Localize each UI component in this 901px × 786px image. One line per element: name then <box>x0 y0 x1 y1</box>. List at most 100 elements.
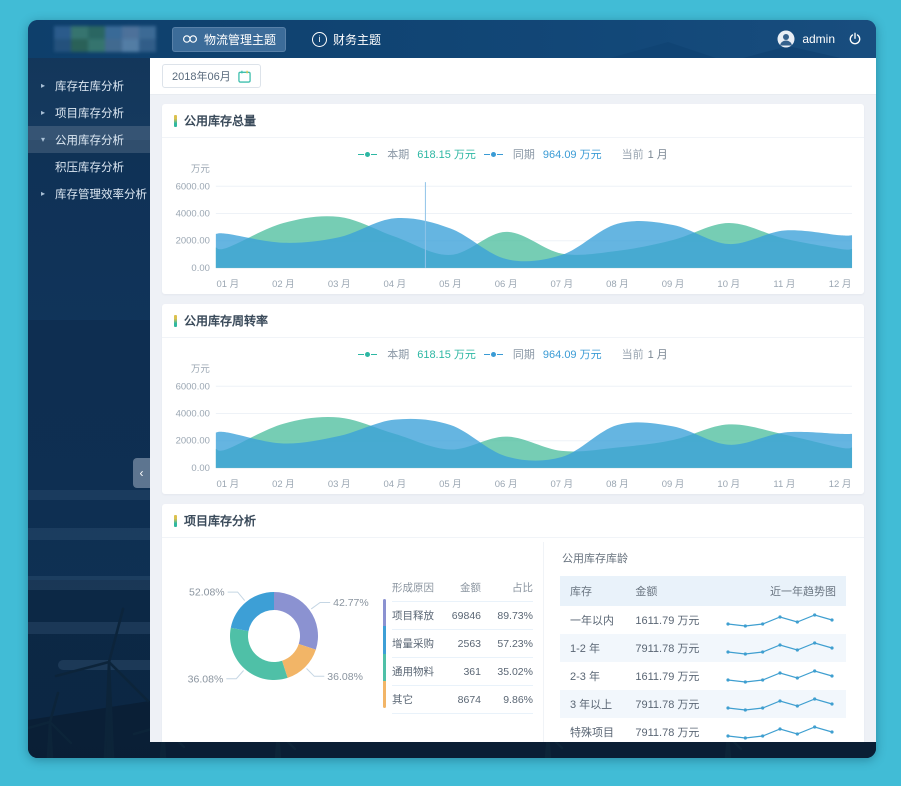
card-project-analysis: 项目库存分析 42.77%36.08%36.08%52.08% 形成原因金额占比… <box>162 504 864 742</box>
section-title: 公用库存总量 <box>184 112 256 129</box>
legend-prev-label: 同期 <box>513 346 535 362</box>
legend-current-label: 本期 <box>387 346 409 362</box>
reason-table-row: 其它86749.86% <box>392 686 533 714</box>
age-table: 库存金额近一年趋势图一年以内1611.79 万元1-2 年7911.78 万元2… <box>560 576 846 742</box>
project-analysis-body: 42.77%36.08%36.08%52.08% 形成原因金额占比项目释放698… <box>162 538 864 742</box>
legend-prev-value: 964.09 万元 <box>543 346 602 362</box>
date-value: 2018年06月 <box>172 68 231 84</box>
section-title: 公用库存周转率 <box>184 312 268 329</box>
sidebar-item-label: 公用库存分析 <box>55 132 124 148</box>
age-table-row: 2-3 年1611.79 万元 <box>560 662 846 690</box>
title-accent-bar <box>174 515 177 527</box>
svg-text:06 月: 06 月 <box>495 279 518 290</box>
sidebar-item-stock-in-stock[interactable]: ▸ 库存在库分析 <box>28 72 150 99</box>
svg-text:08 月: 08 月 <box>606 479 629 490</box>
card-stock-total: 公用库存总量 本期 618.15 万元 同期 964.09 万元 当前1 月 0… <box>162 104 864 294</box>
reason-table-row: 增量采购256357.23% <box>392 630 533 658</box>
svg-text:03 月: 03 月 <box>328 279 351 290</box>
svg-text:6000.00: 6000.00 <box>176 381 210 392</box>
reason-table-row: 通用物料36135.02% <box>392 658 533 686</box>
trend-sparkline <box>724 666 836 686</box>
trend-sparkline <box>724 722 836 742</box>
sidebar-item-public-stock[interactable]: ▾ 公用库存分析 <box>28 126 150 153</box>
svg-text:05 月: 05 月 <box>439 279 462 290</box>
svg-text:04 月: 04 月 <box>383 279 406 290</box>
reason-table-header: 形成原因金额占比 <box>392 574 533 602</box>
legend-now: 当前1 月 <box>622 146 668 162</box>
user-avatar-icon[interactable] <box>777 30 795 48</box>
chevron-right-icon: ▸ <box>41 81 49 90</box>
trend-sparkline <box>724 694 836 714</box>
svg-text:11 月: 11 月 <box>773 479 795 490</box>
chevron-left-icon: ‹ <box>140 466 144 480</box>
legend-current-value: 618.15 万元 <box>417 346 476 362</box>
date-picker[interactable]: 2018年06月 <box>162 64 261 88</box>
reason-table: 形成原因金额占比项目释放6984689.73%增量采购256357.23%通用物… <box>392 574 533 714</box>
svg-text:01 月: 01 月 <box>216 479 239 490</box>
sidebar-item-project-stock[interactable]: ▸项目库存分析 <box>28 99 150 126</box>
section-title: 项目库存分析 <box>184 512 256 529</box>
svg-text:04 月: 04 月 <box>383 479 406 490</box>
card-turnover: 公用库存周转率 本期 618.15 万元 同期 964.09 万元 当前1 月 … <box>162 304 864 494</box>
sidebar-item-label: 积压库存分析 <box>55 159 124 175</box>
svg-text:12 月: 12 月 <box>829 479 852 490</box>
svg-text:0.00: 0.00 <box>191 263 209 274</box>
svg-text:02 月: 02 月 <box>272 479 295 490</box>
svg-text:09 月: 09 月 <box>662 279 685 290</box>
cards-area: 公用库存总量 本期 618.15 万元 同期 964.09 万元 当前1 月 0… <box>150 95 876 742</box>
toolbar: 2018年06月 <box>150 58 876 95</box>
svg-text:07 月: 07 月 <box>550 479 573 490</box>
legend-now: 当前1 月 <box>622 346 668 362</box>
age-table-row: 一年以内1611.79 万元 <box>560 606 846 634</box>
info-circle-icon: i <box>312 32 327 47</box>
svg-text:4000.00: 4000.00 <box>176 208 210 219</box>
sidebar-collapse-handle[interactable]: ‹ <box>133 458 150 488</box>
age-table-row: 3 年以上7911.78 万元 <box>560 690 846 718</box>
svg-text:万元: 万元 <box>191 164 210 175</box>
svg-text:42.77%: 42.77% <box>333 597 369 609</box>
main-content: 2018年06月 公用库存总量 本期 618.15 万元 <box>150 58 876 742</box>
turnover-area-chart[interactable]: 0.002000.004000.006000.00万元01 月02 月03 月0… <box>162 362 864 494</box>
svg-text:01 月: 01 月 <box>216 279 239 290</box>
chart-legend: 本期 618.15 万元 同期 964.09 万元 当前1 月 <box>162 138 864 162</box>
reason-donut-chart[interactable]: 42.77%36.08%36.08%52.08% <box>168 548 386 721</box>
svg-text:36.08%: 36.08% <box>188 673 224 685</box>
stock-total-area-chart[interactable]: 0.002000.004000.006000.00万元01 月02 月03 月0… <box>162 162 864 294</box>
sidebar-item-efficiency[interactable]: ▸ 库存管理效率分析 <box>28 180 150 207</box>
tab-label: 财务主题 <box>333 31 381 48</box>
username: admin <box>802 32 835 46</box>
age-table-row: 特殊项目7911.78 万元 <box>560 718 846 742</box>
sidebar: ▸ 库存在库分析 ▸项目库存分析 ▾ 公用库存分析积压库存分析 ▸ 库存管理效率分析 <box>28 58 150 758</box>
age-pane: 公用库存库龄 库存金额近一年趋势图一年以内1611.79 万元1-2 年7911… <box>544 542 864 742</box>
legend-prev-label: 同期 <box>513 146 535 162</box>
sidebar-item-label: 库存管理效率分析 <box>55 186 147 202</box>
tab-logistics-theme[interactable]: 物流管理主题 <box>172 27 286 52</box>
legend-prev-icon <box>484 352 503 357</box>
svg-text:36.08%: 36.08% <box>327 671 363 683</box>
link-circles-icon <box>182 33 198 45</box>
chevron-right-icon: ▸ <box>41 189 49 198</box>
chevron-down-icon: ▾ <box>41 135 49 144</box>
sidebar-item-backlog-stock[interactable]: 积压库存分析 <box>28 153 150 180</box>
age-table-header: 库存金额近一年趋势图 <box>560 576 846 606</box>
svg-text:11 月: 11 月 <box>773 279 795 290</box>
svg-text:2000.00: 2000.00 <box>176 436 210 447</box>
svg-text:万元: 万元 <box>191 364 210 375</box>
tab-finance-theme[interactable]: i 财务主题 <box>302 27 391 52</box>
trend-sparkline <box>724 638 836 658</box>
title-accent-bar <box>174 115 177 127</box>
legend-current-label: 本期 <box>387 146 409 162</box>
sidebar-item-label: 库存在库分析 <box>55 78 124 94</box>
svg-text:12 月: 12 月 <box>829 279 852 290</box>
svg-text:05 月: 05 月 <box>439 479 462 490</box>
svg-text:10 月: 10 月 <box>717 279 740 290</box>
svg-text:4000.00: 4000.00 <box>176 408 210 419</box>
sidebar-item-label: 项目库存分析 <box>55 105 124 121</box>
calendar-icon <box>238 70 251 83</box>
legend-prev-icon <box>484 152 503 157</box>
power-icon[interactable] <box>848 32 862 46</box>
svg-text:09 月: 09 月 <box>662 479 685 490</box>
reason-table-row: 项目释放6984689.73% <box>392 602 533 630</box>
chart-legend: 本期 618.15 万元 同期 964.09 万元 当前1 月 <box>162 338 864 362</box>
age-table-row: 1-2 年7911.78 万元 <box>560 634 846 662</box>
